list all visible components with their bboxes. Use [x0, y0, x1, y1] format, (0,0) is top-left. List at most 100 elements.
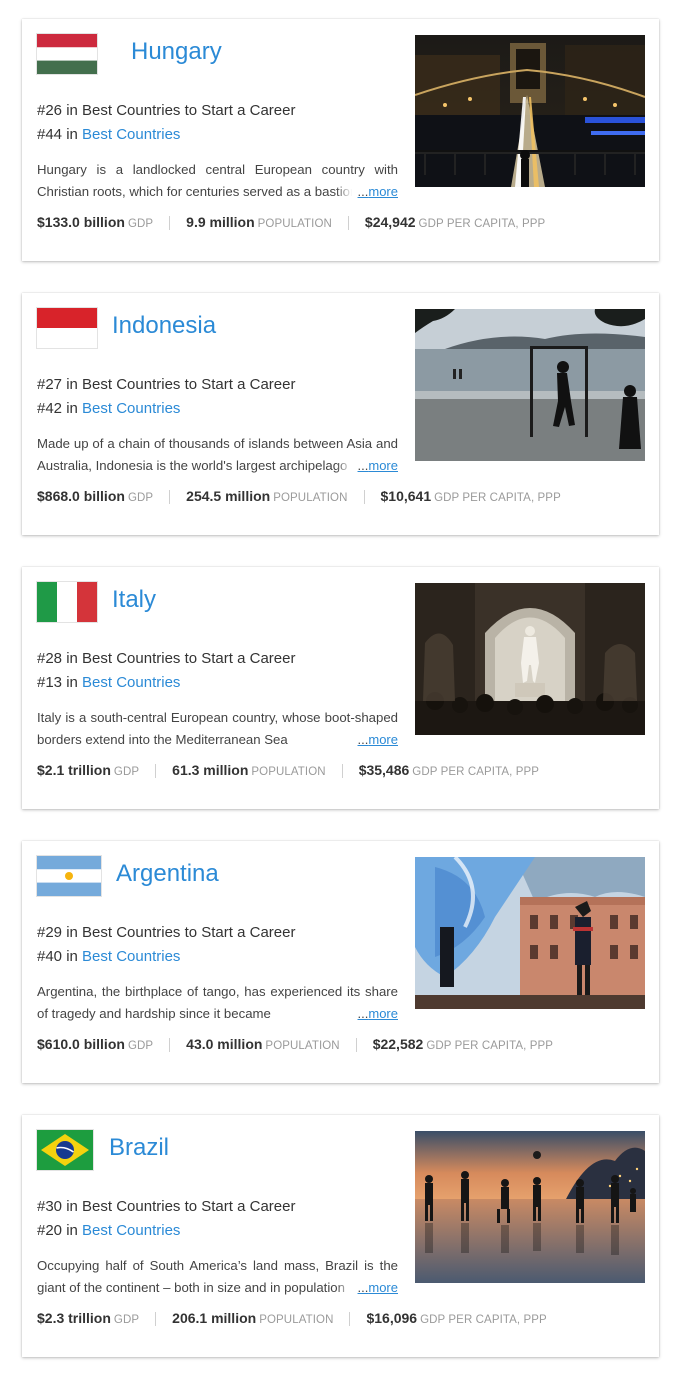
best-countries-link[interactable]: Best Countries	[82, 400, 180, 417]
stats-row: $133.0 billion GDP 9.9 million POPULATION $2…	[37, 212, 545, 234]
rank-career: #30 in Best Countries to Start a Career	[37, 1198, 296, 1215]
more-label: more	[368, 458, 398, 473]
country-title-link[interactable]: Argentina	[116, 860, 219, 888]
per-capita-value: $10,641	[380, 488, 432, 505]
divider	[341, 764, 343, 779]
population-stat: 43.0 million POPULATION	[186, 1034, 340, 1056]
country-description: Argentina, the birthplace of tango, has …	[37, 981, 398, 1025]
population-label: POPULATION	[257, 218, 332, 231]
more-link[interactable]: ...more	[335, 181, 398, 203]
more-label: more	[368, 1006, 398, 1021]
stats-row: $2.3 trillion GDP 206.1 million POPULATION $…	[37, 1308, 547, 1330]
per-capita-stat: $24,942 GDP PER CAPITA, PPP	[365, 212, 545, 234]
divider	[169, 1038, 171, 1053]
population-stat: 206.1 million POPULATION	[172, 1308, 333, 1330]
population-stat: 9.9 million POPULATION	[186, 212, 332, 234]
rank-best-prefix: #13 in	[37, 674, 83, 691]
gdp-value: $610.0 billion	[37, 1036, 125, 1053]
per-capita-stat: $16,096 GDP PER CAPITA, PPP	[366, 1308, 546, 1330]
rank-best: #44 in Best Countries	[37, 125, 180, 145]
per-capita-stat: $10,641 GDP PER CAPITA, PPP	[381, 486, 561, 508]
gdp-label: GDP	[113, 1314, 140, 1327]
photo-beach-silhouettes-icon[interactable]	[415, 309, 645, 461]
divider	[347, 216, 349, 231]
best-countries-link[interactable]: Best Countries	[82, 126, 180, 143]
per-capita-value: $16,096	[366, 1310, 418, 1327]
stats-row: $610.0 billion GDP 43.0 million POPULATION $…	[37, 1034, 553, 1056]
rank-career: #26 in Best Countries to Start a Career	[37, 102, 296, 119]
divider	[363, 490, 365, 505]
country-description: Made up of a chain of thousands of islan…	[37, 433, 398, 477]
population-value: 9.9 million	[186, 214, 255, 231]
best-countries-link[interactable]: Best Countries	[82, 674, 180, 691]
country-card-indonesia: Indonesia #27 in Best Countries to Start…	[22, 293, 659, 535]
gdp-value: $133.0 billion	[37, 214, 125, 231]
rank-best-prefix: #44 in	[37, 126, 83, 143]
more-link[interactable]: ...more	[335, 455, 398, 477]
population-label: POPULATION	[251, 766, 326, 779]
population-value: 43.0 million	[186, 1036, 263, 1053]
per-capita-value: $24,942	[364, 214, 416, 231]
per-capita-stat: $35,486 GDP PER CAPITA, PPP	[359, 760, 539, 782]
best-countries-link[interactable]: Best Countries	[82, 1222, 180, 1239]
flag-argentina-icon[interactable]	[37, 856, 101, 896]
gdp-label: GDP	[127, 1040, 154, 1053]
more-ellipsis: ...	[357, 732, 369, 747]
flag-hungary-icon[interactable]	[37, 34, 97, 74]
population-value: 61.3 million	[172, 762, 249, 779]
best-countries-link[interactable]: Best Countries	[82, 948, 180, 965]
country-description: Hungary is a landlocked central European…	[37, 159, 398, 203]
per-capita-value: $35,486	[358, 762, 410, 779]
photo-statue-gallery-icon[interactable]	[415, 583, 645, 735]
rank-career: #28 in Best Countries to Start a Career	[37, 650, 296, 667]
more-ellipsis: ...	[357, 1280, 369, 1295]
divider	[349, 1312, 351, 1327]
gdp-value: $868.0 billion	[37, 488, 125, 505]
population-value: 206.1 million	[172, 1310, 257, 1327]
country-title-link[interactable]: Indonesia	[112, 312, 216, 340]
divider	[155, 1312, 157, 1327]
more-link[interactable]: ...more	[335, 1277, 398, 1299]
photo-beach-football-icon[interactable]	[415, 1131, 645, 1283]
per-capita-label: GDP PER CAPITA, PPP	[434, 492, 561, 505]
per-capita-label: GDP PER CAPITA, PPP	[426, 1040, 554, 1053]
population-label: POPULATION	[259, 1314, 334, 1327]
photo-chain-bridge-night-icon[interactable]	[415, 35, 645, 187]
population-stat: 61.3 million POPULATION	[172, 760, 326, 782]
rank-best-prefix: #40 in	[37, 948, 83, 965]
flag-brazil-icon[interactable]	[37, 1130, 93, 1170]
rank-best: #20 in Best Countries	[37, 1221, 180, 1241]
country-title-link[interactable]: Hungary	[131, 38, 222, 66]
per-capita-label: GDP PER CAPITA, PPP	[418, 218, 546, 231]
more-link[interactable]: ...more	[335, 1003, 398, 1025]
rank-best: #40 in Best Countries	[37, 947, 180, 967]
photo-flag-casa-rosada-icon[interactable]	[415, 857, 645, 1009]
country-title-link[interactable]: Italy	[112, 586, 156, 614]
gdp-stat: $868.0 billion GDP	[37, 486, 153, 508]
population-label: POPULATION	[273, 492, 348, 505]
flag-italy-icon[interactable]	[37, 582, 97, 622]
gdp-label: GDP	[113, 766, 140, 779]
country-title-link[interactable]: Brazil	[109, 1134, 169, 1162]
more-link[interactable]: ...more	[335, 729, 398, 751]
country-description: Occupying half of South America’s land m…	[37, 1255, 398, 1299]
divider	[169, 490, 171, 505]
population-label: POPULATION	[265, 1040, 340, 1053]
more-ellipsis: ...	[357, 184, 369, 199]
more-ellipsis: ...	[357, 1006, 369, 1021]
more-label: more	[368, 1280, 398, 1295]
gdp-value: $2.1 trillion	[37, 762, 111, 779]
population-stat: 254.5 million POPULATION	[186, 486, 347, 508]
per-capita-label: GDP PER CAPITA, PPP	[412, 766, 540, 779]
country-card-hungary: Hungary #26 in Best Countries to Start a…	[22, 19, 659, 261]
country-card-brazil: Brazil #30 in Best Countries to Start a …	[22, 1115, 659, 1357]
rank-career: #27 in Best Countries to Start a Career	[37, 376, 296, 393]
rank-best-prefix: #20 in	[37, 1222, 83, 1239]
country-description: Italy is a south-central European countr…	[37, 707, 398, 751]
country-card-italy: Italy #28 in Best Countries to Start a C…	[22, 567, 659, 809]
more-label: more	[368, 184, 398, 199]
flag-indonesia-icon[interactable]	[37, 308, 97, 348]
gdp-label: GDP	[127, 218, 154, 231]
gdp-stat: $2.1 trillion GDP	[37, 760, 139, 782]
gdp-stat: $2.3 trillion GDP	[37, 1308, 139, 1330]
